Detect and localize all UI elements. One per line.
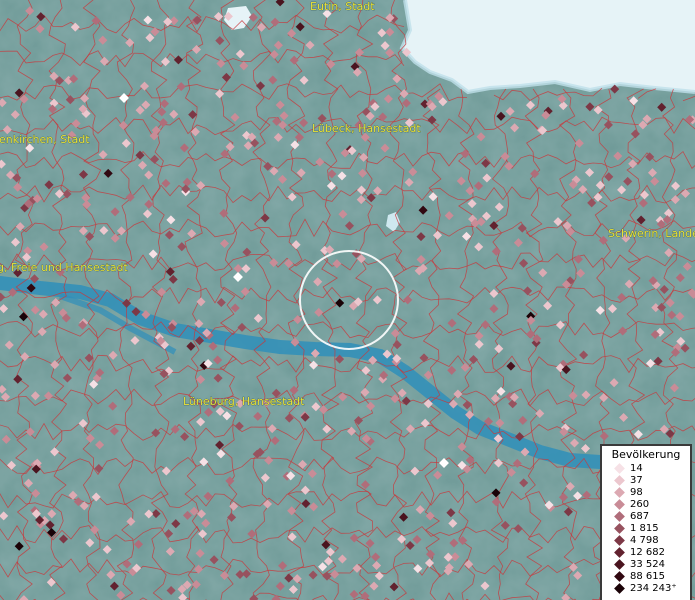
legend-swatch (614, 510, 625, 522)
legend-label: 88 615 (630, 570, 665, 582)
legend-item: 33 524 (602, 558, 690, 570)
city-label-eutin: Eutin, Stadt (310, 0, 375, 13)
legend-swatch (614, 474, 625, 486)
legend-swatch (614, 462, 625, 474)
city-label-hamburg: g, Freie und Hansestadt (0, 261, 129, 274)
legend-label: 1 815 (630, 522, 659, 534)
legend-label: 12 682 (630, 546, 665, 558)
legend-item: 37 (602, 474, 690, 486)
legend-swatch (614, 522, 625, 534)
legend-item: 14 (602, 462, 690, 474)
legend-swatch (614, 534, 625, 546)
legend-swatch (614, 498, 625, 510)
city-label-schwerin: Schwerin, Landes (608, 227, 695, 240)
legend-swatch (614, 558, 625, 570)
legend-item: 88 615 (602, 570, 690, 582)
city-label-quickborn: enkirchen, Stadt (0, 133, 90, 146)
legend-item: 98 (602, 486, 690, 498)
city-label-lueneburg: Lüneburg, Hansestadt (183, 395, 305, 408)
legend-title: Bevölkerung (611, 448, 681, 461)
legend-swatch (614, 582, 625, 594)
legend-label: 33 524 (630, 558, 665, 570)
legend-label: 37 (630, 474, 643, 486)
legend-items: 14 37 98 260 687 1 815 4 798 12 682 33 524 88 615… (602, 462, 690, 594)
legend-item: 687 (602, 510, 690, 522)
legend-item: 12 682 (602, 546, 690, 558)
legend-item: 4 798 (602, 534, 690, 546)
legend-label: 98 (630, 486, 643, 498)
legend: Bevölkerung 14 37 98 260 687 1 815 4 798 12 682… (600, 444, 692, 600)
legend-label: 14 (630, 462, 643, 474)
city-label-luebeck: Lübeck, Hansestadt (312, 122, 421, 135)
legend-item: 234 243⁺ (602, 582, 690, 594)
legend-item: 1 815 (602, 522, 690, 534)
legend-swatch (614, 546, 625, 558)
legend-item: 260 (602, 498, 690, 510)
legend-swatch (614, 486, 625, 498)
focus-circle (299, 250, 399, 350)
legend-swatch (614, 570, 625, 582)
legend-label: 4 798 (630, 534, 659, 546)
legend-label: 234 243⁺ (630, 582, 677, 594)
legend-label: 687 (630, 510, 650, 522)
legend-label: 260 (630, 498, 650, 510)
